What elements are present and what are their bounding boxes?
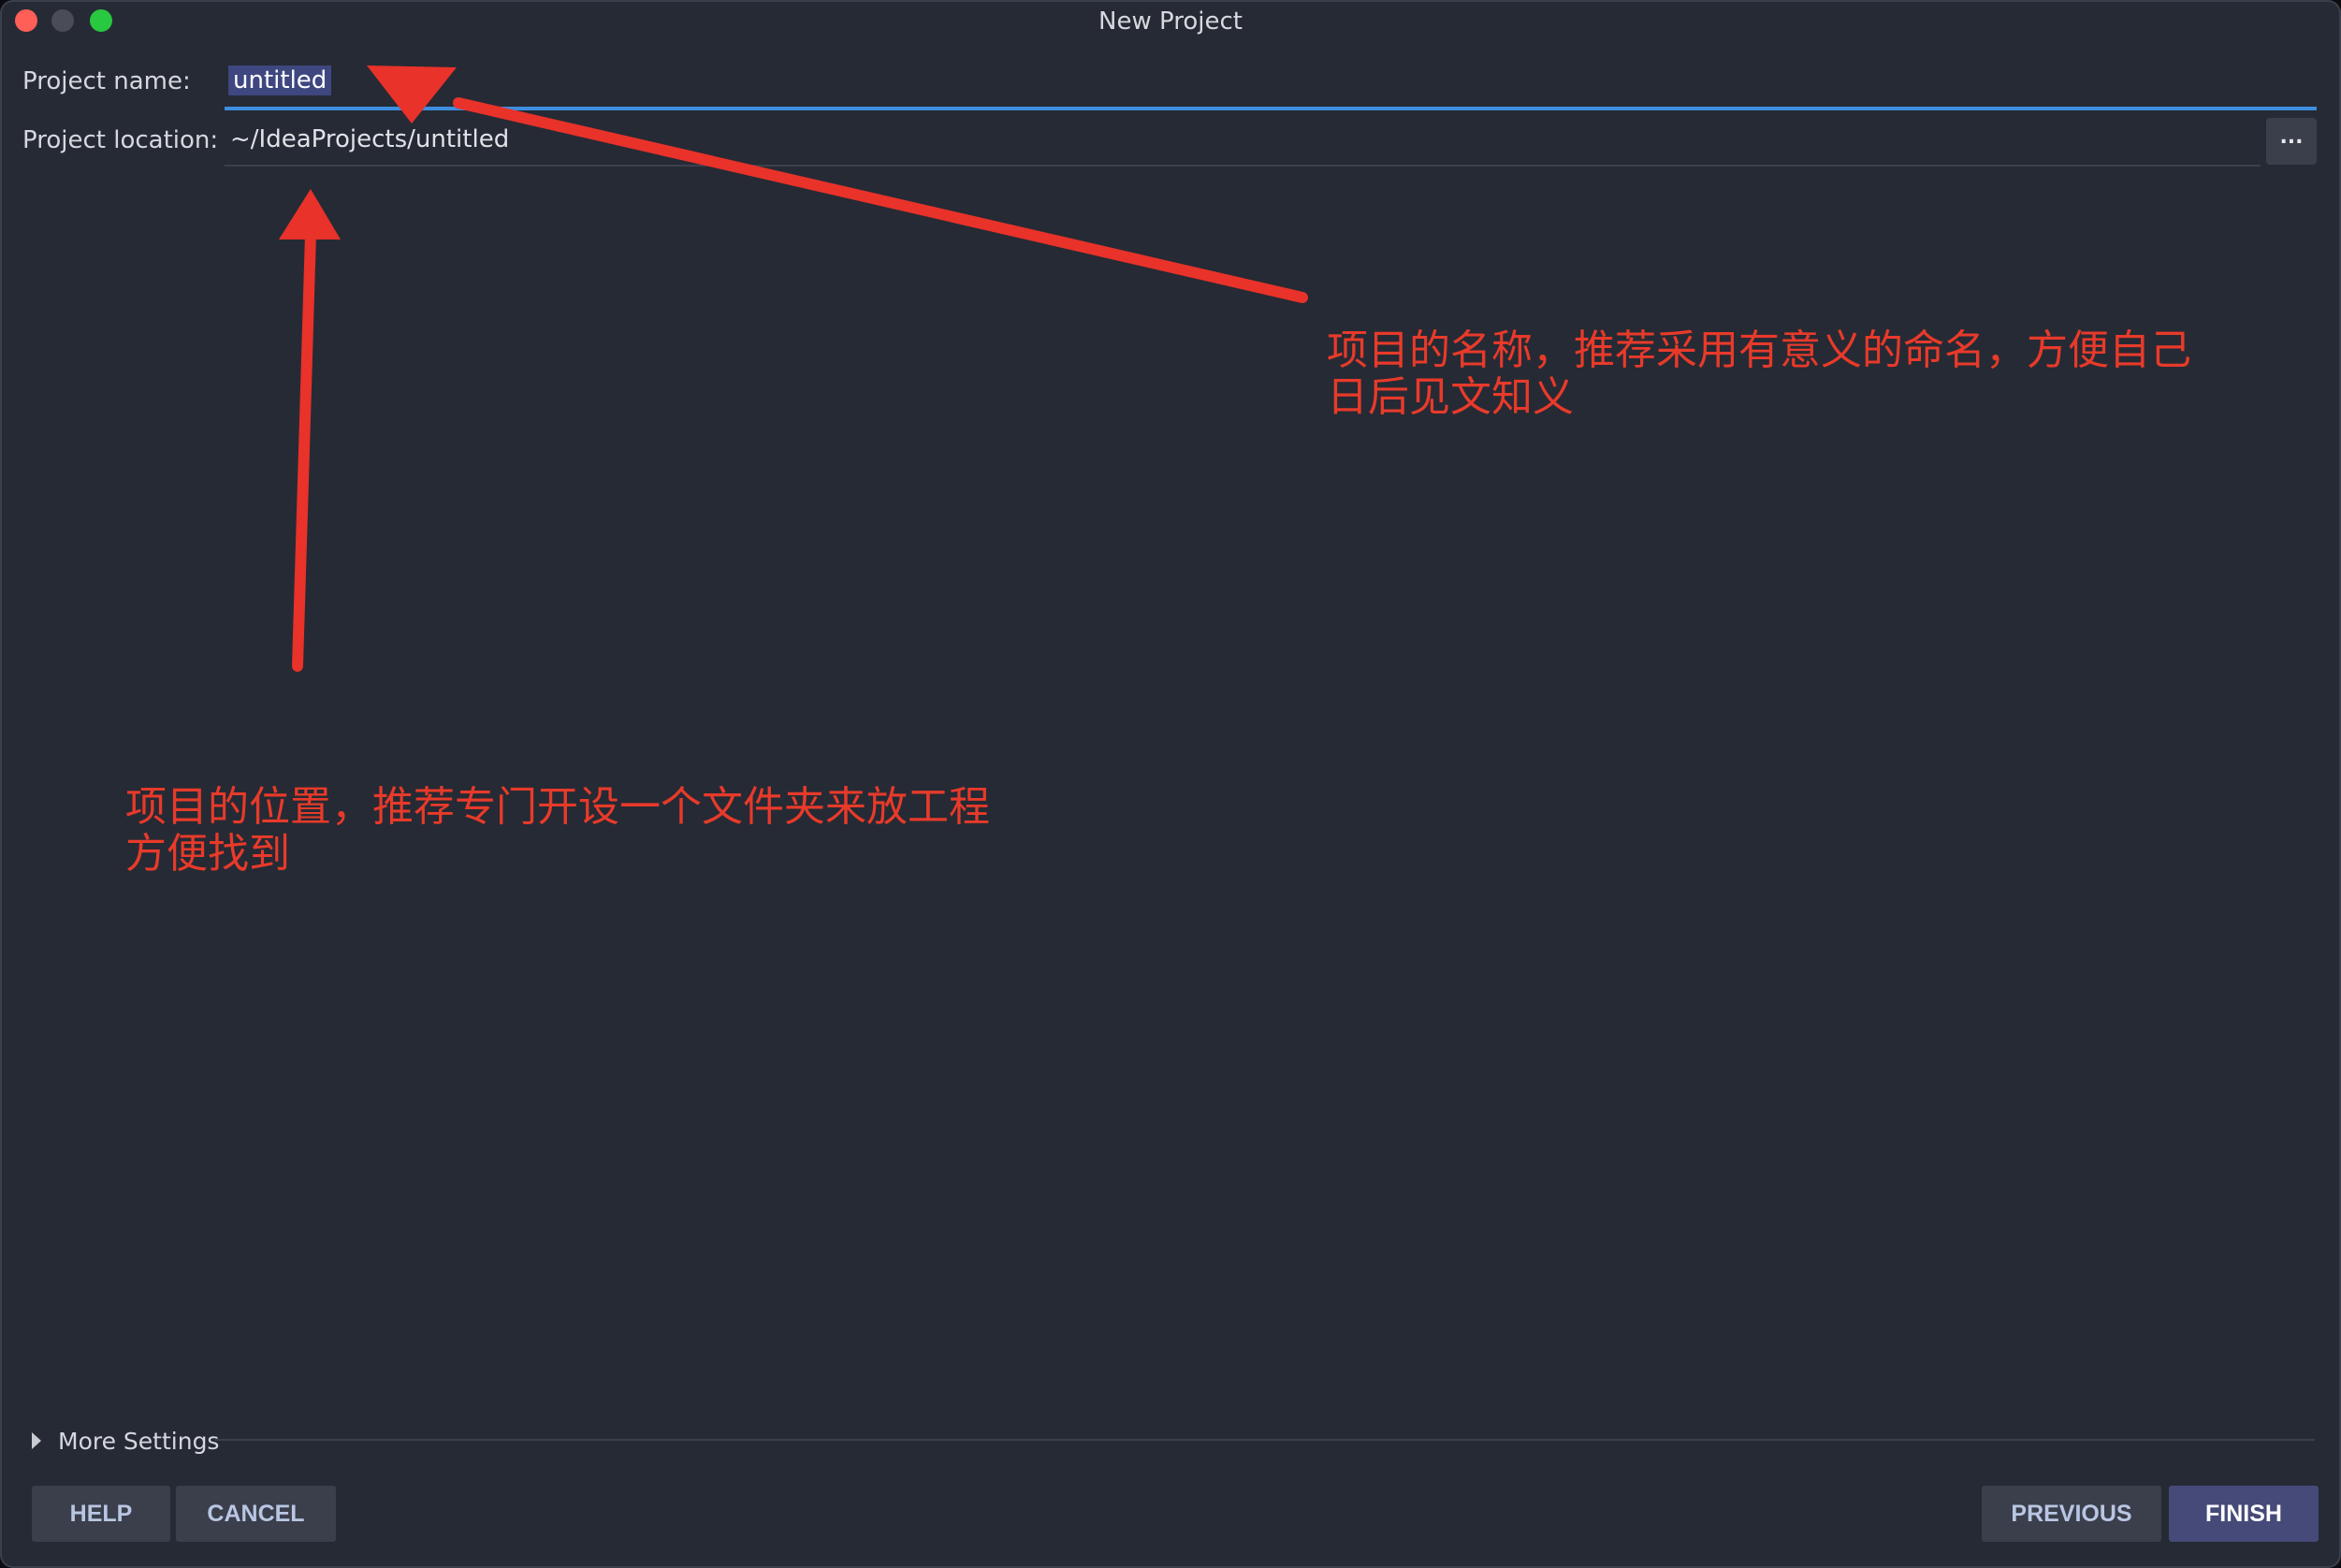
arrow-to-project-location bbox=[279, 189, 341, 672]
project-location-annotation-line1: 项目的位置，推荐专门开设一个文件夹来放工程 bbox=[125, 783, 990, 831]
project-name-annotation: 项目的名称，推荐采用有意义的命名，方便自己 日后见文知义 bbox=[1327, 327, 2300, 421]
arrow-to-project-name bbox=[367, 65, 1308, 303]
project-location-annotation: 项目的位置，推荐专门开设一个文件夹来放工程 方便找到 bbox=[125, 784, 1117, 878]
project-name-annotation-line2: 日后见文知义 bbox=[1327, 373, 1574, 421]
new-project-dialog: New Project Project name: untitled Proje… bbox=[0, 0, 2341, 1568]
project-location-annotation-line2: 方便找到 bbox=[125, 830, 290, 878]
project-name-annotation-line1: 项目的名称，推荐采用有意义的命名，方便自己 bbox=[1327, 327, 2191, 374]
